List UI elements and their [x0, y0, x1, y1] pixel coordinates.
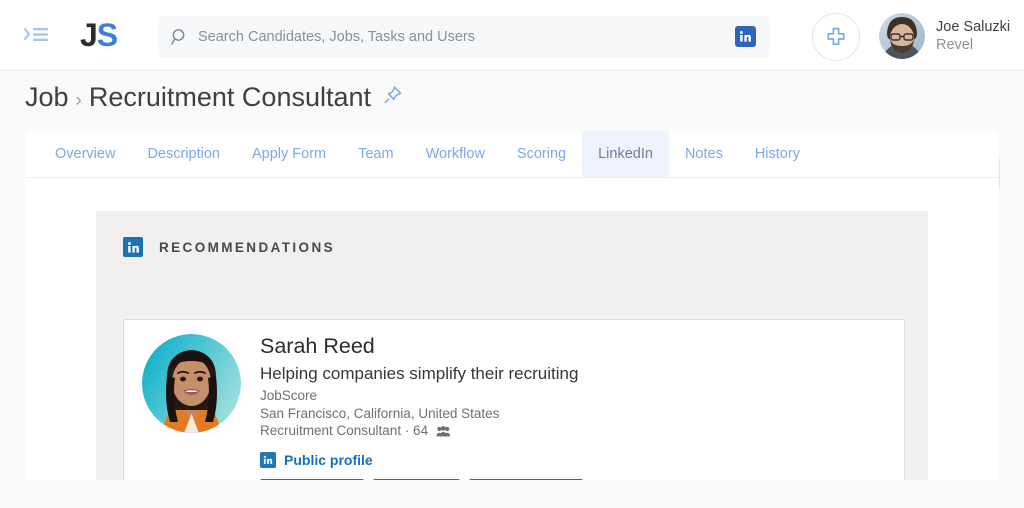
tab-description[interactable]: Description: [131, 131, 236, 177]
recommendation-card: Sarah Reed Helping companies simplify th…: [123, 319, 905, 480]
candidate-actions: Not interested Save to job Save and InMa…: [260, 479, 592, 480]
collapse-sidebar-icon[interactable]: [20, 20, 54, 50]
people-icon: [432, 425, 451, 440]
breadcrumb-separator: ›: [75, 90, 82, 111]
recommendations-section: RECOMMENDATIONS Sarah Reed Helping compa…: [96, 211, 928, 480]
candidate-company: JobScore: [260, 387, 318, 403]
linkedin-icon: [123, 237, 143, 257]
pin-icon[interactable]: [382, 82, 404, 113]
recommendations-header: RECOMMENDATIONS: [123, 237, 928, 257]
candidate-avatar: [142, 334, 241, 433]
save-to-job-button[interactable]: Save to job: [373, 479, 460, 480]
global-search-bar[interactable]: [158, 16, 770, 57]
tab-apply-form[interactable]: Apply Form: [236, 131, 342, 177]
user-menu[interactable]: Joe Saluzki Revel: [879, 13, 1010, 59]
breadcrumb-job-link[interactable]: Job: [25, 82, 69, 113]
search-icon: [171, 28, 189, 46]
candidate-role-line: Recruitment Consultant · 64: [260, 422, 592, 442]
candidate-role-text: Recruitment Consultant · 64: [260, 423, 429, 439]
not-interested-button[interactable]: Not interested: [260, 479, 365, 480]
tab-overview[interactable]: Overview: [39, 131, 131, 177]
tab-history[interactable]: History: [739, 131, 816, 177]
user-name: Joe Saluzki: [936, 18, 1011, 35]
linkedin-icon: [260, 452, 276, 469]
tab-workflow[interactable]: Workflow: [410, 131, 501, 177]
recommendations-title: RECOMMENDATIONS: [159, 239, 335, 255]
jobscore-logo[interactable]: JS: [80, 17, 118, 53]
candidate-name: Sarah Reed: [260, 334, 375, 358]
page-heading: Job › Recruitment Consultant Open •••: [0, 71, 1024, 192]
public-profile-label: Public profile: [284, 452, 373, 469]
top-navigation-bar: JS Search Candidates, Jobs, Tasks and Us…: [0, 0, 1024, 71]
linkedin-icon[interactable]: [735, 26, 756, 47]
tab-notes[interactable]: Notes: [669, 131, 739, 177]
tab-linkedin[interactable]: LinkedIn: [582, 131, 669, 177]
candidate-info: Sarah Reed Helping companies simplify th…: [260, 333, 592, 480]
tab-team[interactable]: Team: [342, 131, 409, 177]
page-title: Recruitment Consultant: [88, 82, 372, 112]
add-new-button[interactable]: [812, 13, 860, 61]
save-and-inmail-button[interactable]: Save and InMail: [468, 479, 583, 480]
plus-icon: [827, 27, 845, 46]
tab-scoring[interactable]: Scoring: [501, 131, 582, 177]
public-profile-link[interactable]: Public profile: [260, 452, 592, 469]
avatar: [879, 13, 925, 59]
candidate-location: San Francisco, California, United States: [260, 405, 500, 421]
job-tab-bar: Overview Description Apply Form Team Wor…: [25, 131, 999, 178]
logo-letter-s: S: [96, 17, 118, 53]
search-input[interactable]: [198, 28, 735, 45]
user-org: Revel: [936, 37, 974, 53]
tab-content-panel: RECOMMENDATIONS Sarah Reed Helping compa…: [25, 178, 999, 480]
candidate-headline: Helping companies simplify their recruit…: [260, 363, 579, 383]
breadcrumb: Job › Recruitment Consultant: [25, 82, 404, 113]
logo-letter-j: J: [80, 17, 98, 53]
